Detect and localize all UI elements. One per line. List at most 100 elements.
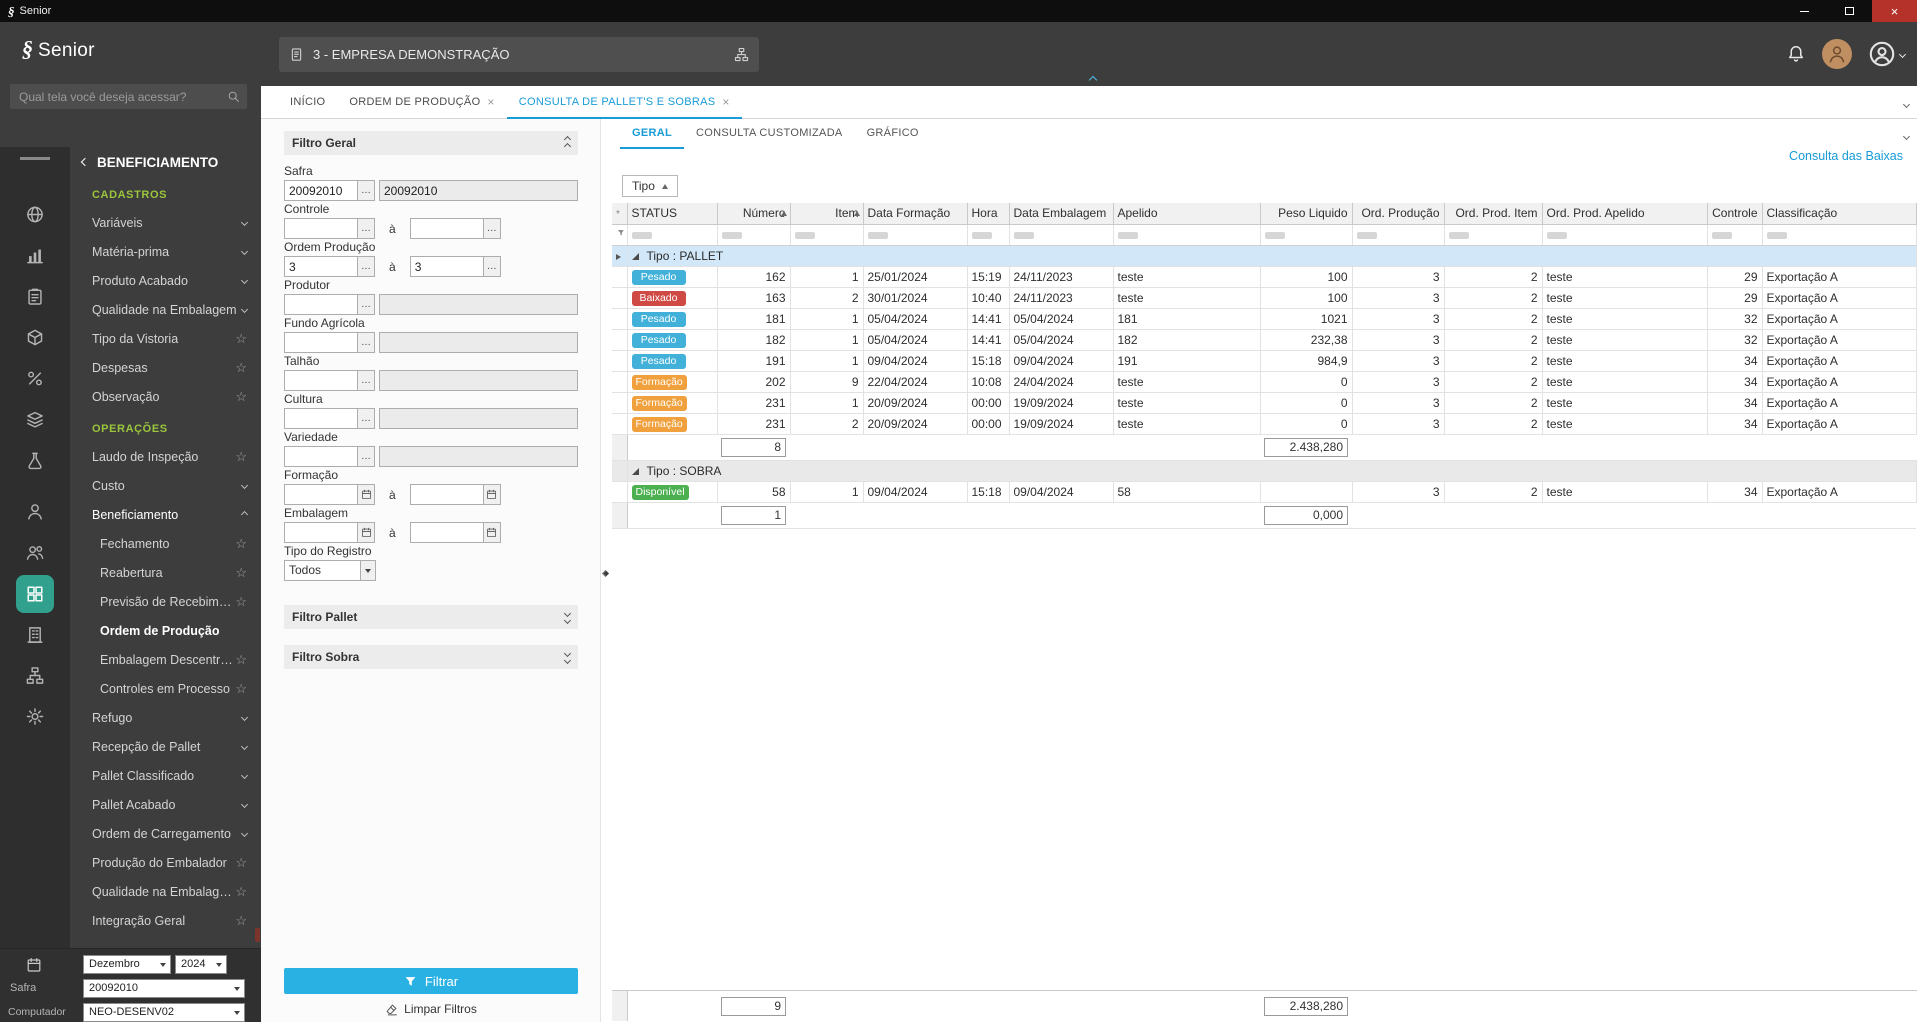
sidebar-item-despesas[interactable]: Despesas ☆ — [70, 353, 261, 382]
cell-data_formacao[interactable]: 20/09/2024 — [863, 413, 968, 435]
filter-cultura-input[interactable] — [284, 408, 358, 429]
cell-peso_liquido[interactable]: 100 — [1260, 287, 1353, 309]
col-header-ord-producao[interactable]: Ord. Produção — [1352, 203, 1445, 225]
computador-select[interactable]: NEO-DESENV02 — [83, 1003, 245, 1022]
search-icon[interactable] — [227, 90, 240, 103]
filtro-sobra-header[interactable]: Filtro Sobra — [284, 645, 578, 669]
rail-package-icon[interactable] — [26, 328, 45, 347]
cell-controle[interactable]: 32 — [1707, 308, 1763, 330]
sidebar-item-fechamento[interactable]: Fechamento ☆ — [70, 529, 261, 558]
rail-users-icon[interactable] — [26, 543, 45, 562]
column-filter-box[interactable] — [971, 231, 992, 239]
cell-ord_producao[interactable]: 3 — [1352, 266, 1445, 288]
cell-item[interactable]: 1 — [790, 266, 864, 288]
cell-data_formacao[interactable]: 05/04/2024 — [863, 308, 968, 330]
tab-consulta-de-pallet-s-e-sobras[interactable]: CONSULTA DE PALLET'S E SOBRAS × — [506, 86, 742, 119]
rail-building-icon[interactable] — [26, 625, 45, 644]
cell-data_embalagem[interactable]: 09/04/2024 — [1009, 481, 1114, 503]
column-filter-box[interactable] — [867, 231, 888, 239]
menu-scrollbar-thumb[interactable] — [255, 928, 260, 942]
rail-grid-tile-icon[interactable] — [16, 575, 54, 613]
screen-search-input[interactable] — [17, 88, 227, 105]
screen-search[interactable] — [10, 84, 247, 109]
favorite-star-icon[interactable]: ☆ — [235, 450, 247, 463]
cell-classificacao[interactable]: Exportação A — [1762, 350, 1917, 372]
cell-item[interactable]: 1 — [790, 329, 864, 351]
sidebar-item-variaveis[interactable]: Variáveis — [70, 208, 261, 237]
cell-data_embalagem[interactable]: 19/09/2024 — [1009, 413, 1114, 435]
close-tab-icon[interactable]: × — [487, 95, 494, 109]
filter-cultura-lookup-button[interactable]: … — [357, 408, 375, 429]
col-header-hora[interactable]: Hora — [967, 203, 1010, 225]
cell-controle[interactable]: 34 — [1707, 481, 1763, 503]
col-header-status[interactable]: STATUS — [627, 203, 718, 225]
favorite-star-icon[interactable]: ☆ — [235, 682, 247, 695]
column-filter-box[interactable] — [1117, 231, 1138, 239]
cell-classificacao[interactable]: Exportação A — [1762, 481, 1917, 503]
col-header-classificacao[interactable]: Classificação — [1762, 203, 1917, 225]
cell-hora[interactable]: 15:18 — [967, 481, 1010, 503]
cell-ord_producao[interactable]: 3 — [1352, 287, 1445, 309]
cell-ord_prod_item[interactable]: 2 — [1444, 308, 1543, 330]
filtro-geral-header[interactable]: Filtro Geral — [284, 131, 578, 155]
cell-ord_producao[interactable]: 3 — [1352, 371, 1445, 393]
cell-ord_producao[interactable]: 3 — [1352, 481, 1445, 503]
sidebar-item-qualidade-na-embalagem[interactable]: Qualidade na Embalagem — [70, 295, 261, 324]
rail-layers-icon[interactable] — [26, 410, 45, 429]
sidebar-item-produto-acabado[interactable]: Produto Acabado — [70, 266, 261, 295]
collapse-header-arrow-icon[interactable] — [1088, 75, 1098, 85]
col-header-item[interactable]: Item — [790, 203, 864, 225]
account-menu[interactable] — [1868, 40, 1907, 68]
favorite-star-icon[interactable]: ☆ — [235, 566, 247, 579]
view-tab-grafico[interactable]: GRÁFICO — [855, 119, 931, 149]
cell-ord_prod_apelido[interactable]: teste — [1542, 481, 1708, 503]
col-header-apelido[interactable]: Apelido — [1113, 203, 1261, 225]
cell-data_embalagem[interactable]: 05/04/2024 — [1009, 308, 1114, 330]
cell-ord_producao[interactable]: 3 — [1352, 329, 1445, 351]
col-header-peso-liquido[interactable]: Peso Liquido — [1260, 203, 1353, 225]
filter-formacao-from-calendar-button[interactable] — [357, 484, 375, 505]
avatar[interactable] — [1822, 39, 1852, 69]
cell-classificacao[interactable]: Exportação A — [1762, 392, 1917, 414]
cell-numero[interactable]: 231 — [717, 392, 791, 414]
cell-apelido[interactable]: teste — [1113, 392, 1261, 414]
cell-numero[interactable]: 162 — [717, 266, 791, 288]
sidebar-item-integracao-geral[interactable]: Integração Geral ☆ — [70, 906, 261, 935]
rail-globe-icon[interactable] — [26, 205, 45, 224]
cell-controle[interactable]: 29 — [1707, 287, 1763, 309]
cell-data_embalagem[interactable]: 19/09/2024 — [1009, 392, 1114, 414]
safra-select[interactable]: 20092010 — [83, 979, 245, 998]
filter-talhao-lookup-button[interactable]: … — [357, 370, 375, 391]
consulta-baixas-link[interactable]: Consulta das Baixas — [1789, 149, 1903, 163]
cell-peso_liquido[interactable]: 0 — [1260, 413, 1353, 435]
cell-ord_prod_apelido[interactable]: teste — [1542, 350, 1708, 372]
panel-splitter[interactable] — [600, 119, 612, 1022]
col-header-ord-prod-apelido[interactable]: Ord. Prod. Apelido — [1542, 203, 1708, 225]
filter-embalagem-to-input[interactable] — [409, 522, 484, 543]
cell-peso_liquido[interactable]: 100 — [1260, 266, 1353, 288]
column-filter-box[interactable] — [1766, 231, 1787, 239]
cell-numero[interactable]: 181 — [717, 308, 791, 330]
cell-apelido[interactable]: teste — [1113, 266, 1261, 288]
sidebar-item-qualidade-na-embalagem[interactable]: Qualidade na Embalagem ☆ — [70, 877, 261, 906]
cell-numero[interactable]: 163 — [717, 287, 791, 309]
tab-inicio[interactable]: INÍCIO — [278, 86, 337, 119]
cell-classificacao[interactable]: Exportação A — [1762, 308, 1917, 330]
col-header-data-formacao[interactable]: Data Formação — [863, 203, 968, 225]
rail-orgchart-icon[interactable] — [26, 666, 45, 685]
favorite-star-icon[interactable]: ☆ — [235, 914, 247, 927]
groupby-chip-tipo[interactable]: Tipo — [622, 175, 678, 197]
cell-data_formacao[interactable]: 20/09/2024 — [863, 392, 968, 414]
filter-controle-to-input[interactable] — [409, 218, 484, 239]
filter-controle-to-lookup-button[interactable]: … — [482, 218, 501, 239]
cell-status[interactable]: Formação — [627, 392, 718, 414]
filter-fundo-agricola-input[interactable] — [284, 332, 358, 353]
cell-status[interactable]: Pesado — [627, 350, 718, 372]
view-tab-geral[interactable]: GERAL — [620, 119, 684, 149]
group-expand-icon[interactable] — [631, 467, 639, 475]
table-row[interactable]: Formação 231 1 20/09/2024 00:00 19/09/2024 tes… — [612, 392, 1917, 414]
filter-cell-hora[interactable] — [967, 224, 1010, 246]
cell-peso_liquido[interactable]: 0 — [1260, 392, 1353, 414]
cell-peso_liquido[interactable] — [1260, 481, 1353, 503]
favorite-star-icon[interactable]: ☆ — [235, 885, 247, 898]
